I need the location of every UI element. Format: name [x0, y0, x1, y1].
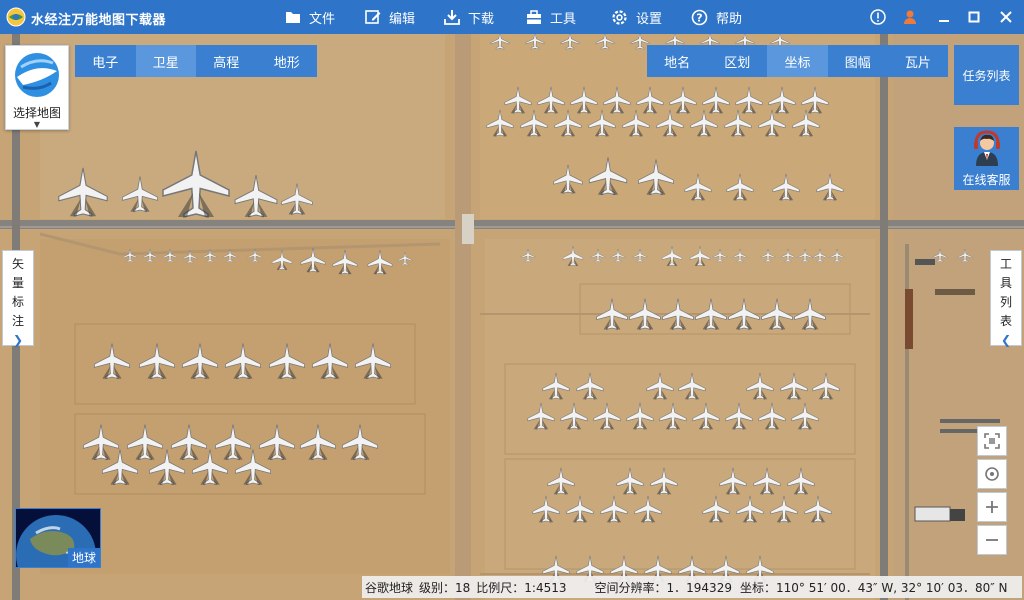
tab-satellite[interactable]: 卫星	[135, 45, 196, 77]
zoom-out-button[interactable]	[977, 525, 1007, 555]
tab-coordinates[interactable]: 坐标	[767, 45, 828, 77]
status-scale: 比例尺：1:4513	[476, 580, 567, 595]
satellite-map[interactable]	[0, 34, 1024, 600]
menu-label: 帮助	[716, 11, 743, 27]
menu-download[interactable]: 下载	[444, 7, 494, 27]
menu-label: 下载	[468, 11, 495, 27]
menu-label: 工具	[550, 11, 577, 27]
folder-icon	[286, 12, 300, 23]
locate-button[interactable]	[977, 459, 1007, 489]
minimize-button[interactable]	[934, 7, 954, 27]
svg-text:?: ?	[696, 11, 702, 24]
panel-char: 列	[999, 295, 1012, 309]
online-service-button[interactable]: 在线客服	[954, 127, 1019, 190]
panel-char: 注	[11, 314, 24, 328]
menu-tools[interactable]: 工具	[526, 7, 576, 27]
menu-label: 文件	[309, 11, 336, 27]
tab-tiles[interactable]: 瓦片	[888, 45, 948, 77]
status-resolution: 空间分辨率：1．194329	[594, 580, 732, 595]
menu-label: 编辑	[389, 11, 416, 27]
status-source: 谷歌地球	[365, 580, 414, 595]
app-title: 水经注万能地图下载器	[31, 13, 167, 28]
close-icon	[1000, 11, 1012, 23]
tab-place-names[interactable]: 地名	[647, 45, 707, 77]
panel-char: 工	[999, 257, 1012, 271]
info-button[interactable]	[868, 7, 888, 27]
edit-icon	[365, 10, 381, 24]
tab-electronic[interactable]: 电子	[75, 45, 136, 77]
close-button[interactable]	[996, 7, 1016, 27]
app-logo-icon	[6, 7, 26, 27]
panel-char: 标	[11, 295, 24, 309]
chevron-left-icon: ❮	[1000, 333, 1012, 347]
globe-logo-icon	[15, 53, 59, 97]
fullscreen-icon	[984, 433, 1000, 449]
task-list-button[interactable]: 任务列表	[954, 45, 1019, 105]
online-service-label: 在线客服	[962, 173, 1011, 187]
layer-tabs: 地名 区划 坐标 图幅 瓦片	[647, 45, 948, 77]
tab-elevation[interactable]: 高程	[196, 45, 257, 77]
menu-label: 设置	[636, 11, 663, 27]
status-coordinates: 坐标：110° 51′ 00．43″ W, 32° 10′ 03．80″ N	[739, 580, 1008, 595]
caret-down-icon: ▼	[33, 120, 41, 129]
info-icon	[870, 9, 886, 25]
support-agent-icon	[973, 130, 1000, 166]
toolbox-icon	[527, 9, 541, 24]
minimize-icon	[939, 20, 949, 22]
map-type-tabs: 电子 卫星 高程 地形	[75, 45, 317, 77]
menu-help[interactable]: ? 帮助	[691, 7, 742, 27]
gear-icon	[612, 9, 627, 25]
minus-icon	[986, 539, 998, 541]
tab-terrain[interactable]: 地形	[257, 45, 318, 77]
zoom-in-button[interactable]	[977, 492, 1007, 522]
vector-annotation-panel[interactable]: 矢 量 标 注 ❯	[2, 250, 34, 347]
status-bar: 谷歌地球 级别：18 比例尺：1:4513 空间分辨率：1．194329 坐标：…	[362, 576, 1022, 598]
locate-icon	[985, 467, 999, 481]
satellite-imagery	[0, 34, 1024, 600]
menu-edit[interactable]: 编辑	[365, 7, 415, 27]
tab-divisions[interactable]: 区划	[707, 45, 767, 77]
tool-list-panel[interactable]: 工 具 列 表 ❮	[990, 250, 1022, 347]
task-list-label: 任务列表	[962, 68, 1011, 83]
panel-char: 具	[999, 276, 1012, 290]
fullscreen-button[interactable]	[977, 426, 1007, 456]
help-icon: ?	[691, 9, 708, 25]
choose-map-button[interactable]: 选择地图 ▼	[5, 45, 69, 130]
user-icon	[904, 10, 916, 24]
menu-settings[interactable]: 设置	[611, 7, 662, 27]
maximize-button[interactable]	[964, 7, 984, 27]
status-level: 级别：18	[419, 580, 471, 595]
tab-map-sheet[interactable]: 图幅	[828, 45, 888, 77]
panel-char: 表	[999, 314, 1012, 328]
earth-view-toggle[interactable]: 地球	[15, 508, 101, 568]
earth-label: 地球	[67, 548, 100, 567]
choose-map-label: 选择地图	[12, 106, 61, 120]
title-bar: 水经注万能地图下载器 文件 编辑 下载 工具 设置 ? 帮助	[0, 0, 1024, 34]
menu-file[interactable]: 文件	[285, 7, 335, 27]
plus-icon	[986, 501, 998, 513]
user-button[interactable]	[900, 7, 920, 27]
panel-char: 量	[11, 276, 24, 290]
panel-char: 矢	[11, 257, 24, 271]
download-icon	[444, 10, 460, 25]
chevron-right-icon: ❯	[12, 333, 24, 347]
maximize-icon	[968, 11, 980, 23]
